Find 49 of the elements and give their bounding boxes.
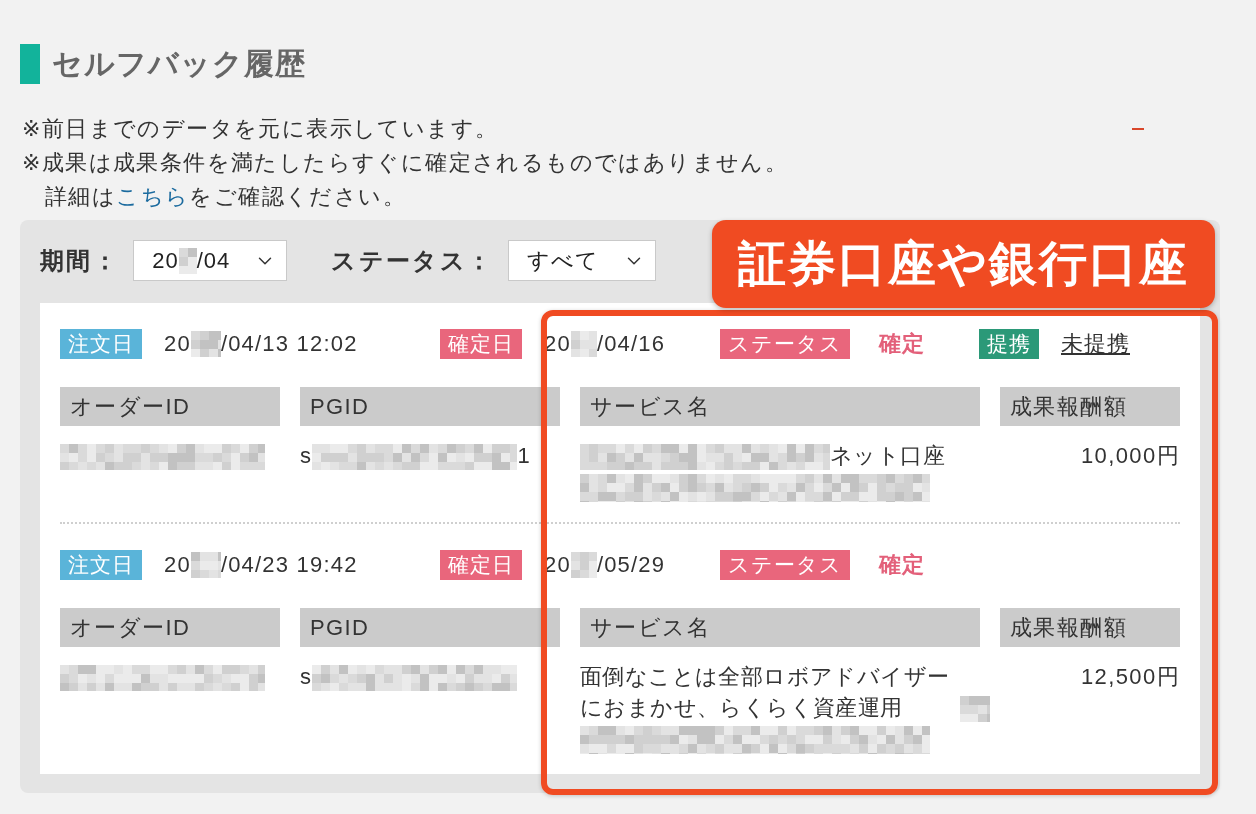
pixelated-mosaic <box>190 552 221 579</box>
pgid-text: 1 <box>517 443 532 468</box>
column-header: 成果報酬額 <box>1000 387 1180 426</box>
note-text: ※成果は成果条件を満たしたらすぐに確定されるものではありません。 <box>22 149 789 177</box>
pixelated-mosaic <box>178 247 197 274</box>
confirm-date-badge: 確定日 <box>440 550 522 581</box>
note-text: ※前日までのデータを元に表示しています。 <box>22 115 499 143</box>
order-date-badge: 注文日 <box>60 329 142 359</box>
page-title: セルフバック履歴 <box>52 46 306 82</box>
dash-icon <box>1132 128 1144 130</box>
date-text: 20 <box>164 552 191 579</box>
date-text: 20 <box>164 331 191 357</box>
pixelated-mosaic <box>570 331 597 357</box>
filter-select[interactable]: 20 /04 <box>133 240 288 281</box>
pgid-text: s <box>300 664 313 690</box>
column-header: PGID <box>300 608 560 648</box>
date-text: /04/23 19:42 <box>220 552 358 579</box>
pixelated-mosaic <box>190 331 221 357</box>
reward-amount: 12,500円 <box>1080 664 1180 690</box>
pgid-text: s <box>300 443 313 468</box>
column-header: サービス名 <box>580 608 980 648</box>
filter-label: ステータス： <box>331 245 494 276</box>
service-name: ネット口座 <box>830 442 945 470</box>
details-link[interactable]: こちら <box>116 184 190 209</box>
status-text: 確定 <box>879 551 925 580</box>
filter-select[interactable]: すべて <box>507 240 656 281</box>
title-marker-icon <box>20 44 40 84</box>
partner-badge: 提携 <box>979 329 1039 359</box>
service-name: 面倒なことは全部ロボアドバイザーにおまかせ、らくらく資産運用 <box>580 663 951 723</box>
status-badge: ステータス <box>720 550 850 581</box>
status-text: 確定 <box>879 330 925 358</box>
confirm-date-badge: 確定日 <box>440 329 522 359</box>
reward-amount: 10,000円 <box>1080 443 1180 468</box>
pixelated-mosaic <box>960 696 990 723</box>
column-header: PGID <box>300 387 560 426</box>
partner-link[interactable]: 未提携 <box>1061 329 1130 359</box>
date-text: /04/16 <box>596 331 666 357</box>
pixelated-mosaic <box>570 552 597 579</box>
column-header: オーダーID <box>60 387 280 426</box>
status-badge: ステータス <box>720 329 850 359</box>
column-header: オーダーID <box>60 608 280 648</box>
date-text: /05/29 <box>596 552 666 579</box>
filter-label: 期間： <box>40 245 120 276</box>
detail-note: 詳細は こちら をご確認ください。 <box>45 183 406 211</box>
column-header: サービス名 <box>580 387 980 426</box>
date-text: /04/13 12:02 <box>220 331 358 357</box>
annotation-label: 証券口座や銀行口座 <box>712 220 1215 308</box>
column-header: 成果報酬額 <box>1000 608 1180 648</box>
order-date-badge: 注文日 <box>60 550 142 581</box>
